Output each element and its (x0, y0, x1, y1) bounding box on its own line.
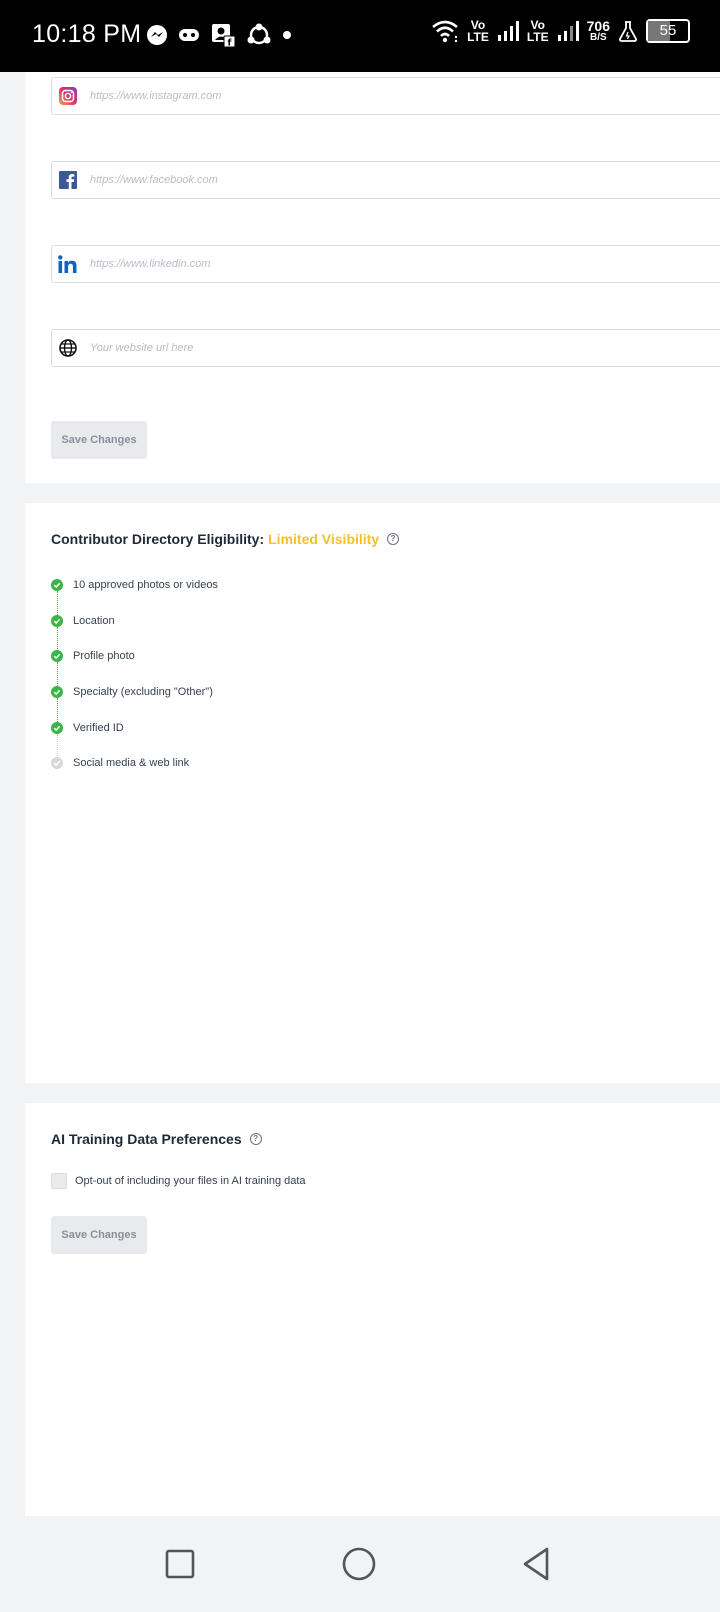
linkedin-icon (58, 254, 78, 274)
facebook-input[interactable] (88, 173, 720, 187)
eligibility-title: Contributor Directory Eligibility: Limit… (51, 531, 400, 547)
social-links-card: Save Changes (25, 72, 720, 483)
speed-value: 706 (586, 18, 610, 34)
notification-icons: f (146, 22, 292, 48)
checklist-item: Specialty (excluding "Other") (51, 674, 218, 723)
instagram-icon (58, 86, 78, 106)
speed-unit: B/S (589, 32, 607, 43)
status-time: 10:18 PM (32, 20, 142, 48)
website-input[interactable] (88, 341, 720, 355)
checklist-item-label: Specialty (excluding "Other") (73, 685, 213, 698)
network-speed: 706 B/S (587, 19, 610, 43)
volte-bottom: LTE (467, 30, 489, 44)
eligibility-status: Limited Visibility (268, 531, 380, 547)
checklist-item: Location (51, 603, 218, 651)
status-bar: 10:18 PM f Vo LTE Vo LTE 706 B/S 55 (0, 0, 720, 72)
check-icon (51, 685, 63, 698)
facebook-field (51, 161, 720, 199)
checklist-item: Social media & web link (51, 745, 218, 781)
contact-facebook-icon: f (212, 24, 236, 49)
checklist-item-label: 10 approved photos or videos (73, 578, 218, 591)
home-button[interactable] (341, 1546, 377, 1582)
help-icon[interactable]: ? (387, 533, 400, 545)
back-triangle-icon (523, 1547, 549, 1581)
volte-indicator-2: Vo LTE (527, 19, 549, 43)
navigation-bar (0, 1516, 720, 1612)
checklist-item: Verified ID (51, 710, 218, 758)
save-social-links-button[interactable]: Save Changes (51, 421, 147, 459)
messenger-icon (147, 25, 167, 45)
linkedin-field (51, 245, 720, 283)
wifi-icon (432, 20, 458, 43)
check-icon (51, 650, 63, 663)
ai-training-title: AI Training Data Preferences ? (51, 1131, 262, 1147)
check-icon (51, 614, 63, 627)
ai-training-title-text: AI Training Data Preferences (51, 1131, 242, 1147)
directory-eligibility-card: Contributor Directory Eligibility: Limit… (25, 503, 720, 1083)
battery-indicator: 55 (646, 19, 690, 43)
optout-checkbox-row[interactable]: Opt-out of including your files in AI tr… (51, 1173, 306, 1189)
eligibility-title-text: Contributor Directory Eligibility: (51, 531, 265, 547)
checklist-item: 10 approved photos or videos (51, 567, 218, 615)
svg-text:f: f (228, 39, 232, 49)
help-icon[interactable]: ? (249, 1133, 262, 1145)
volte-indicator-1: Vo LTE (467, 19, 489, 43)
eligibility-checklist: 10 approved photos or videos Location Pr… (51, 567, 218, 781)
checklist-item-label: Location (73, 614, 115, 627)
checklist-item-label: Social media & web link (73, 757, 190, 770)
battery-level: 55 (659, 22, 677, 39)
share-icon (247, 23, 271, 45)
flask-icon (619, 21, 637, 42)
pending-check-icon (51, 757, 63, 770)
signal-icon-1 (497, 21, 519, 41)
linkedin-input[interactable] (88, 257, 720, 271)
dot-icon (283, 31, 291, 39)
signal-icon-2 (557, 21, 579, 41)
check-icon (51, 721, 63, 734)
check-icon (51, 578, 63, 591)
optout-checkbox[interactable] (51, 1173, 67, 1189)
instagram-input[interactable] (88, 89, 720, 103)
system-icons: Vo LTE Vo LTE 706 B/S 55 (431, 18, 690, 44)
save-ai-preferences-button[interactable]: Save Changes (51, 1216, 147, 1254)
volte-bottom: LTE (526, 30, 549, 44)
recent-apps-button[interactable] (162, 1546, 198, 1582)
gamepad-icon (179, 29, 199, 41)
checklist-item-label: Profile photo (73, 650, 135, 663)
square-icon (165, 1549, 195, 1579)
website-field (51, 329, 720, 367)
globe-icon (58, 338, 78, 358)
checklist-item-label: Verified ID (73, 721, 124, 734)
circle-icon (342, 1547, 376, 1581)
facebook-icon (58, 170, 78, 190)
ai-training-card: AI Training Data Preferences ? Opt-out o… (25, 1103, 720, 1516)
checklist-item: Profile photo (51, 638, 218, 687)
instagram-field (51, 77, 720, 115)
back-button[interactable] (519, 1546, 555, 1582)
optout-label: Opt-out of including your files in AI tr… (75, 1175, 306, 1187)
